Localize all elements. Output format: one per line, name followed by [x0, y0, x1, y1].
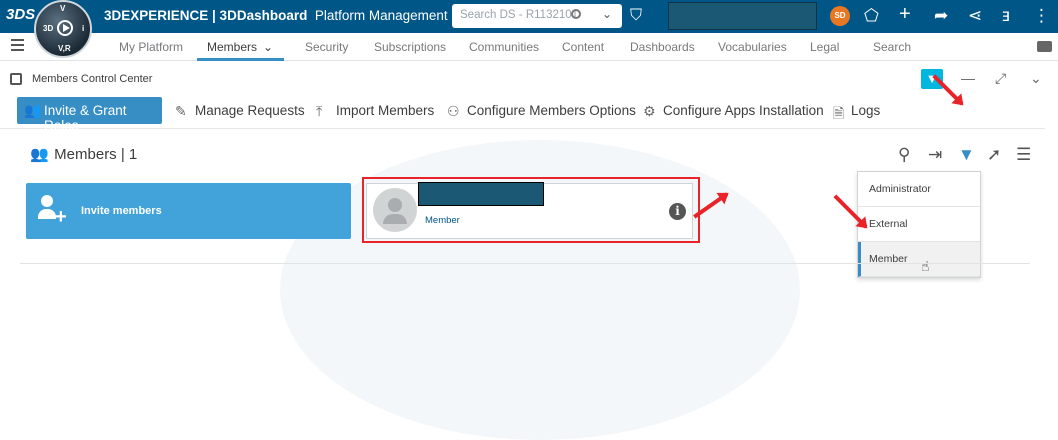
import-members-button[interactable]: ⤒ Import Members	[316, 103, 434, 119]
filter-dropdown: Administrator External Member	[857, 171, 981, 278]
brand-logo[interactable]: 3DS	[6, 6, 35, 23]
avatar[interactable]: SD	[830, 6, 850, 26]
nav-my-platform[interactable]: My Platform	[119, 40, 183, 54]
minimize-icon[interactable]: —	[961, 70, 975, 86]
more-icon[interactable]: ⋮	[1033, 6, 1050, 26]
chat-icon[interactable]	[1037, 41, 1052, 52]
configure-apps-installation-button[interactable]: ⚙ Configure Apps Installation	[643, 103, 824, 119]
apps-icon[interactable]: ⱻ	[1002, 6, 1010, 26]
nav-search[interactable]: Search	[873, 40, 911, 54]
members-count-header: 👥 Members | 1	[30, 146, 138, 163]
nav-members[interactable]: Members	[207, 40, 257, 54]
actions-toolbar: 👥 Invite & Grant Roles ✎ Manage Requests…	[0, 97, 1045, 133]
network-icon[interactable]: ⋖	[968, 6, 982, 26]
select-mode-icon[interactable]: ➚	[987, 145, 1001, 165]
nav-dashboards[interactable]: Dashboards	[630, 40, 695, 54]
nav-communities[interactable]: Communities	[469, 40, 539, 54]
menu-icon[interactable]	[11, 39, 24, 54]
gear-icon: ⚙	[643, 103, 656, 119]
upload-icon: ⤒	[316, 103, 323, 119]
nav-subscriptions[interactable]: Subscriptions	[374, 40, 446, 54]
invite-members-card[interactable]: + Invite members	[26, 183, 351, 239]
invite-grant-roles-button[interactable]: 👥 Invite & Grant Roles	[17, 97, 162, 133]
search-input[interactable]: Search DS - R1132101	[460, 9, 578, 21]
search-icon[interactable]	[571, 9, 581, 19]
list-view-icon[interactable]: ☰	[1016, 145, 1031, 165]
maximize-icon[interactable]: ⤢	[995, 70, 1006, 87]
user-settings-icon: ⚇	[447, 103, 460, 119]
nav-vocabularies[interactable]: Vocabularies	[718, 40, 787, 54]
compass-icon[interactable]: V 3D i V,R	[34, 0, 92, 58]
document-icon: 🗎	[833, 105, 845, 121]
top-bar: 3DS 3DEXPERIENCE | 3DDashboard Platform …	[0, 0, 1058, 33]
collapse-chevron-icon[interactable]: ⌄	[1030, 70, 1042, 87]
configure-members-options-button[interactable]: ⚇ Configure Members Options	[447, 103, 636, 119]
filter-option-administrator[interactable]: Administrator	[858, 172, 980, 207]
manage-requests-button[interactable]: ✎ Manage Requests	[175, 103, 305, 119]
users-icon: 👥	[24, 102, 42, 118]
logs-button[interactable]: 🗎 Logs	[833, 103, 880, 121]
search-field[interactable]: Search DS - R1132101 ⌄	[452, 4, 622, 28]
search-icon[interactable]: ⚲	[898, 145, 910, 165]
annotation-box	[362, 177, 700, 243]
export-icon[interactable]: ⇥	[928, 145, 942, 165]
widget-icon	[10, 73, 22, 85]
nav-bar: My Platform Members ⌄ Security Subscript…	[0, 33, 1058, 61]
filter-icon[interactable]: ▼	[958, 145, 975, 165]
cursor-hand-icon: ☝	[921, 258, 930, 274]
play-icon	[57, 20, 73, 36]
search-scope-chevron-icon[interactable]: ⌄	[602, 7, 612, 21]
users-icon: 👥	[30, 146, 49, 163]
filter-option-external[interactable]: External	[858, 207, 980, 242]
nav-security[interactable]: Security	[305, 40, 348, 54]
share-icon[interactable]: ⬠	[864, 6, 879, 26]
tag-icon[interactable]: ⛉	[630, 7, 642, 25]
divider	[20, 263, 1030, 264]
forward-icon[interactable]: ➦	[934, 6, 948, 26]
user-name-redacted[interactable]	[668, 2, 817, 30]
active-tab-indicator	[197, 58, 284, 61]
nav-legal[interactable]: Legal	[810, 40, 839, 54]
widget-title: Members Control Center	[32, 73, 153, 85]
requests-icon: ✎	[175, 103, 187, 119]
nav-content[interactable]: Content	[562, 40, 604, 54]
nav-members-chevron-icon[interactable]: ⌄	[263, 40, 273, 54]
app-title[interactable]: 3DEXPERIENCE | 3DDashboard Platform Mana…	[104, 8, 463, 24]
plus-icon[interactable]: +	[899, 3, 911, 26]
filter-option-member[interactable]: Member	[858, 242, 980, 277]
add-user-icon: +	[38, 195, 68, 228]
